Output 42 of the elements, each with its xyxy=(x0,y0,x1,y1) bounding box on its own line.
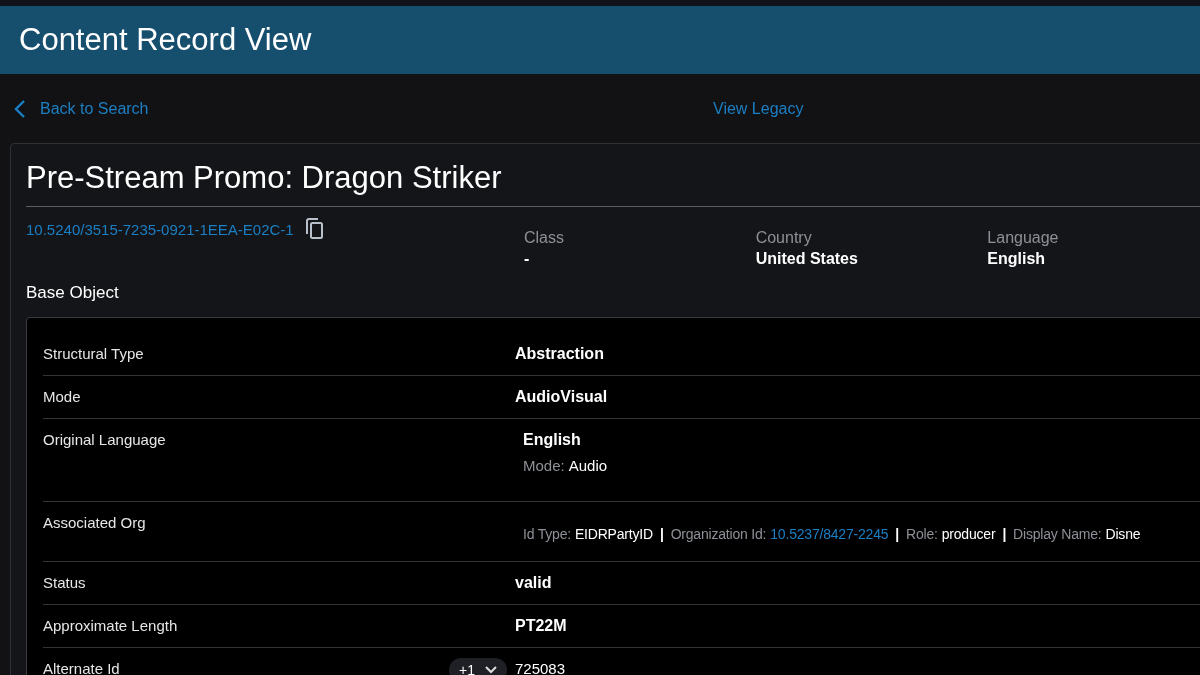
separator: | xyxy=(658,526,665,542)
meta-label: Language xyxy=(987,229,1060,247)
chevron-left-icon xyxy=(14,98,26,119)
meta-value: English xyxy=(987,250,1047,268)
field-label: Approximate Length xyxy=(43,616,178,636)
org-id-link[interactable]: 10.5237/8427-2245 xyxy=(770,526,889,542)
field-value: AudioVisual xyxy=(515,388,608,406)
meta-label: Country xyxy=(755,229,813,247)
field-label: Alternate Id xyxy=(43,659,120,675)
field-value: Abstraction xyxy=(515,345,604,363)
field-label: Mode xyxy=(43,387,81,407)
org-field-value: EIDRPartyID xyxy=(574,526,653,542)
record-title: Pre-Stream Promo: Dragon Striker xyxy=(26,160,503,197)
mode-label: Mode: xyxy=(523,457,565,474)
record-id-link[interactable]: 10.5240/3515-7235-0921-1EEA-E02C-1 xyxy=(26,221,294,238)
field-label: Original Language xyxy=(43,430,166,450)
back-link[interactable]: Back to Search xyxy=(14,98,713,119)
page-title: Content Record View xyxy=(19,22,312,58)
separator: | xyxy=(1001,526,1008,542)
copy-icon[interactable] xyxy=(303,218,324,240)
field-value: 725083 xyxy=(515,660,566,675)
chevron-down-icon xyxy=(484,666,497,674)
org-field-value: Disne xyxy=(1105,526,1141,542)
org-field-value: producer xyxy=(941,526,996,542)
separator: | xyxy=(894,526,901,542)
field-value: valid xyxy=(515,574,552,592)
meta-value: United States xyxy=(755,250,859,268)
more-chip[interactable]: +1 xyxy=(449,658,507,675)
mode-value: Audio xyxy=(568,457,608,474)
view-legacy-link[interactable]: View Legacy xyxy=(713,99,804,118)
field-label: Status xyxy=(43,573,86,593)
org-field-label: Role: xyxy=(906,526,938,542)
section-heading: Base Object xyxy=(26,282,120,304)
meta-label: Class xyxy=(524,229,565,247)
field-label: Structural Type xyxy=(43,344,144,364)
field-value: PT22M xyxy=(515,617,567,635)
language-value: English xyxy=(523,431,582,449)
field-label: Associated Org xyxy=(43,513,146,533)
org-field-label: Organization Id: xyxy=(670,526,767,542)
org-field-label: Id Type: xyxy=(523,526,571,542)
org-field-label: Display Name: xyxy=(1013,526,1102,542)
meta-value: - xyxy=(524,250,531,268)
